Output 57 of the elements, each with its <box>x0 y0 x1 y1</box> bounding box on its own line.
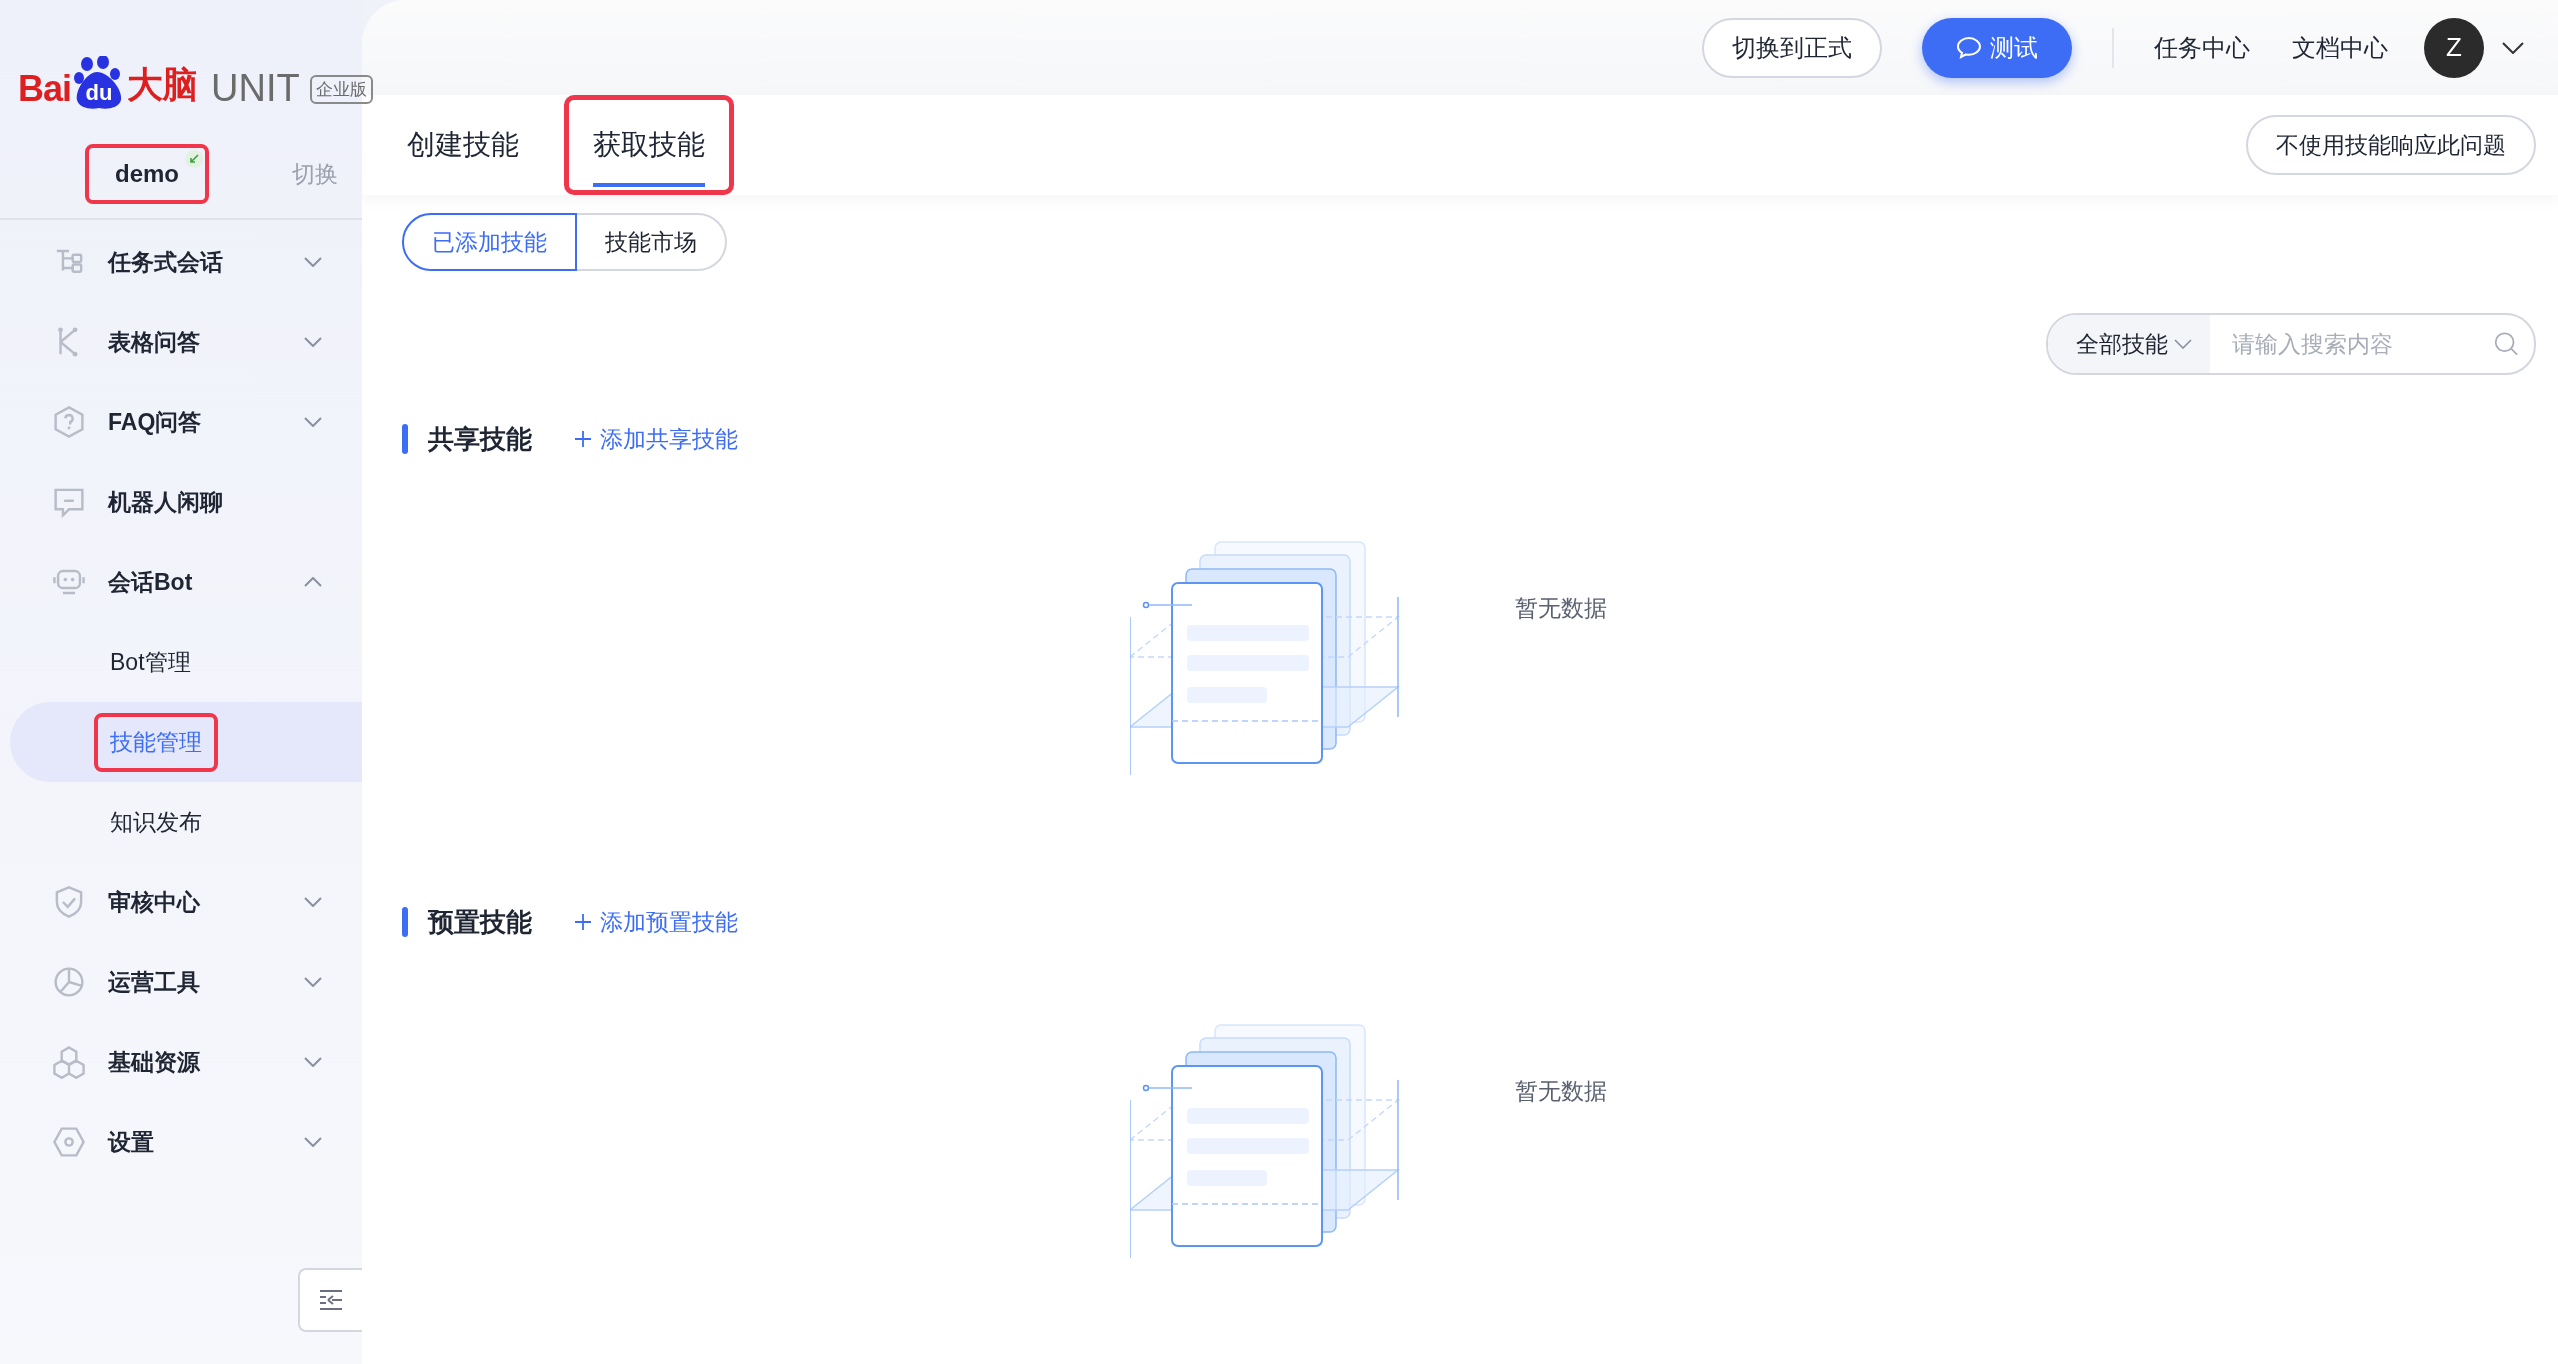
tab[interactable]: 创建技能 <box>402 95 548 195</box>
nav-link[interactable]: 文档中心 <box>2292 31 2388 64</box>
caret-icon <box>2174 339 2192 349</box>
add-skill-link[interactable]: 添加共享技能 <box>574 423 738 455</box>
search-field[interactable]: 请输入搜索内容 <box>2230 329 2494 359</box>
empty-text: 暂无数据 <box>1515 1077 1607 1106</box>
plus-icon <box>574 913 592 931</box>
sidebar-subitem[interactable]: Bot管理 <box>0 622 362 702</box>
skill-filter-dropdown[interactable]: 全部技能 <box>2048 315 2210 373</box>
nav-link[interactable]: 任务中心 <box>2154 31 2250 64</box>
add-skill-link[interactable]: 添加预置技能 <box>574 906 738 938</box>
sidebar-item[interactable]: 表格问答 <box>0 302 362 382</box>
menu-icon <box>52 965 86 999</box>
sidebar-item[interactable]: 运营工具 <box>0 942 362 1022</box>
expand-caret-icon <box>304 897 322 907</box>
expand-caret-icon <box>304 1057 322 1067</box>
no-skill-button[interactable]: 不使用技能响应此问题 <box>2246 115 2536 175</box>
search-bar[interactable]: 全部技能 请输入搜索内容 <box>2046 313 2536 375</box>
collapse-icon <box>318 1289 344 1311</box>
chat-icon <box>1956 35 1982 60</box>
expand-caret-icon <box>304 1137 322 1147</box>
switch-button[interactable]: 切换到正式 <box>1702 17 1882 78</box>
expand-caret-icon <box>304 337 322 347</box>
expand-caret-icon <box>304 257 322 267</box>
menu-icon <box>52 1045 86 1079</box>
section-title: 预置技能 <box>428 905 532 939</box>
sidebar-item[interactable]: FAQ问答 <box>0 382 362 462</box>
avatar[interactable]: Z <box>2424 17 2484 78</box>
sidebar-item[interactable]: 审核中心 <box>0 862 362 942</box>
sidebar-item[interactable]: 基础资源 <box>0 1022 362 1102</box>
section-marker <box>402 424 408 454</box>
section-title: 共享技能 <box>428 422 532 456</box>
tab[interactable]: 获取技能 <box>564 95 734 195</box>
plus-icon <box>574 430 592 448</box>
sidebar-item[interactable]: 机器人闲聊 <box>0 462 362 542</box>
collapse-sidebar-button[interactable] <box>298 1268 362 1332</box>
menu-icon <box>52 1125 86 1159</box>
bot-name: demo <box>85 144 209 204</box>
collapse-caret-icon <box>304 577 322 587</box>
empty-text: 暂无数据 <box>1515 594 1607 623</box>
logo-text: Bai <box>18 68 72 110</box>
menu-icon <box>52 405 86 439</box>
logo-text: 大脑 <box>127 63 198 107</box>
test-button[interactable]: 测试 <box>1922 17 2072 78</box>
expand-caret-icon <box>304 417 322 427</box>
segment-button[interactable]: 已添加技能 <box>402 213 577 271</box>
sidebar-item[interactable]: 任务式会话 <box>0 222 362 302</box>
section-marker <box>402 907 408 937</box>
expand-caret-icon <box>304 977 322 987</box>
logo-text: du <box>85 80 113 107</box>
sidebar-subitem[interactable]: 知识发布 <box>0 782 362 862</box>
product-name: UNIT <box>211 67 300 110</box>
sidebar-subitem[interactable]: 技能管理 <box>10 702 362 782</box>
sidebar-item[interactable]: 会话Bot <box>0 542 362 622</box>
dropdown-caret-icon[interactable] <box>2502 41 2524 54</box>
sidebar-item[interactable]: 设置 <box>0 1102 362 1182</box>
segment-button[interactable]: 技能市场 <box>577 213 727 271</box>
